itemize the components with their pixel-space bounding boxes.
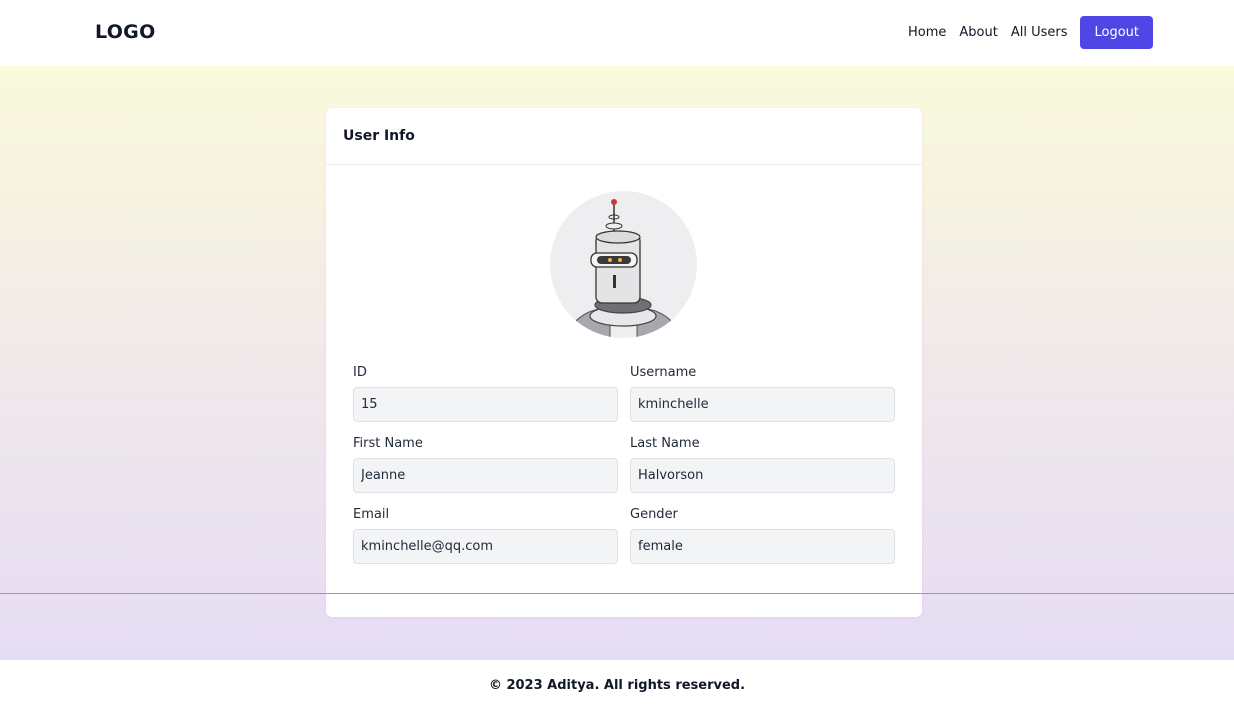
id-label: ID [353, 365, 367, 380]
email-label: Email [353, 507, 390, 522]
nav-about-link[interactable]: About [959, 25, 997, 40]
gender-label: Gender [630, 507, 678, 522]
first-name-field[interactable] [353, 458, 618, 493]
nav-links: Home About All Users Logout [908, 16, 1153, 49]
nav-all-users-link[interactable]: All Users [1011, 25, 1068, 40]
gender-field-group: Gender [630, 507, 895, 564]
logout-button[interactable]: Logout [1080, 16, 1153, 49]
nav-home-link[interactable]: Home [908, 25, 946, 40]
email-field[interactable] [353, 529, 618, 564]
footer-copyright: © 2023 Aditya. All rights reserved. [488, 678, 746, 693]
user-info-card: User Info ID 15 Username kminchelle Firs… [326, 108, 922, 617]
gender-field[interactable] [630, 529, 895, 564]
horizontal-divider [0, 593, 1234, 594]
id-field-group: ID [353, 365, 618, 422]
email-field-group: Email [353, 507, 618, 564]
robot-avatar-icon [550, 191, 697, 338]
username-field-group: Username [630, 365, 895, 422]
last-name-field-group: Last Name [630, 436, 895, 493]
last-name-label: Last Name [630, 436, 700, 451]
username-label: Username [630, 365, 697, 380]
username-field[interactable] [630, 387, 895, 422]
card-title: User Info [343, 128, 415, 144]
footer: © 2023 Aditya. All rights reserved. [0, 660, 1234, 713]
card-header: User Info [326, 108, 922, 165]
id-field[interactable] [353, 387, 618, 422]
first-name-label: First Name [353, 436, 423, 451]
last-name-field[interactable] [630, 458, 895, 493]
user-fields: ID Username First Name Last Name Email G… [353, 365, 895, 578]
first-name-field-group: First Name [353, 436, 618, 493]
navbar: LOGO Home About All Users Logout [0, 0, 1234, 66]
logo[interactable]: LOGO [95, 21, 156, 43]
